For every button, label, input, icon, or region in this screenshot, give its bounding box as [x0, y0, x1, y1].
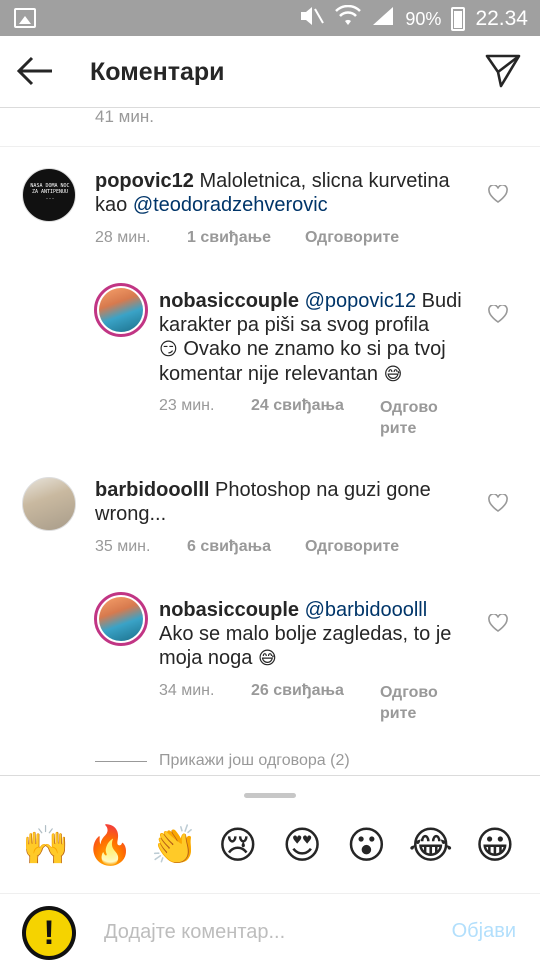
battery-icon: [451, 7, 466, 31]
comment-username[interactable]: nobasiccouple: [159, 599, 299, 621]
comment-text: nobasiccouple @popovic12 Budi karakter p…: [159, 289, 479, 387]
clapping-emoji-button[interactable]: 👏: [151, 822, 198, 868]
heart-icon[interactable]: [488, 614, 508, 632]
previous-comment-time: 41 мин.: [95, 109, 154, 126]
view-more-replies[interactable]: Прикажи још одговора (2): [95, 752, 350, 770]
tears-of-joy-emoji-button[interactable]: 😂: [408, 822, 454, 868]
comment-text: popovic12 Maloletnica, slicna kurvetina …: [95, 169, 485, 217]
reply-label: Одгово: [380, 684, 438, 701]
heart-icon[interactable]: [488, 305, 508, 323]
comment-body: wrong...: [95, 503, 167, 525]
clock: 22.34: [475, 7, 528, 30]
my-avatar: !: [22, 906, 76, 960]
comments-list[interactable]: 41 мин. NASA DOMA NOC ZA ANTIPENUU ... p…: [0, 109, 540, 775]
grinning-emoji-button[interactable]: 😀: [472, 822, 518, 868]
comment-body: Budi: [421, 290, 462, 312]
drag-handle[interactable]: [244, 793, 296, 798]
reply-button[interactable]: Одговорите: [305, 229, 399, 247]
raising-hands-emoji-button[interactable]: 🙌: [22, 822, 69, 868]
wifi-icon: [335, 4, 362, 33]
paper-plane-icon[interactable]: [484, 52, 522, 90]
likes-count[interactable]: 1 свиђање: [187, 229, 271, 247]
divider: [0, 146, 540, 147]
reply-label: рите: [380, 420, 417, 437]
avatar[interactable]: [22, 477, 76, 531]
crying-emoji-button[interactable]: 😢: [215, 822, 261, 868]
surprised-emoji-button[interactable]: 😮: [343, 822, 389, 868]
view-more-replies-label: Прикажи још одговора (2): [159, 752, 350, 769]
smirk-emoji: 😏: [159, 339, 178, 360]
arrow-left-icon[interactable]: [14, 52, 56, 90]
mention-link[interactable]: @popovic12: [305, 290, 416, 312]
fire-emoji-button[interactable]: 🔥: [86, 822, 133, 868]
top-app-bar: Коментари: [0, 36, 540, 108]
gallery-icon: [14, 8, 36, 28]
comment-text: barbidooolll Photoshop na guzi gone wron…: [95, 478, 485, 526]
post-button[interactable]: Објави: [452, 920, 516, 943]
avatar-text: NASA DOMA NOC ZA ANTIPENUU ...: [30, 183, 70, 201]
comment-time: 34 мин.: [159, 682, 215, 699]
comment-time: 35 мин.: [95, 538, 151, 555]
heart-icon[interactable]: [488, 494, 508, 512]
avatar[interactable]: NASA DOMA NOC ZA ANTIPENUU ...: [22, 168, 76, 222]
mention-link[interactable]: @teodoradzehverovic: [133, 194, 328, 216]
reply-button[interactable]: Одговорите: [305, 538, 399, 556]
reply-label: рите: [380, 705, 417, 722]
mute-icon: [299, 5, 325, 33]
comment-username[interactable]: nobasiccouple: [159, 290, 299, 312]
sweat-smile-emoji: 😅: [257, 648, 277, 669]
reply-button[interactable]: Одгово рите: [380, 682, 438, 724]
composer-row: ! Објави: [0, 893, 540, 960]
signal-icon: [371, 5, 395, 33]
avatar-glyph: !: [26, 910, 72, 956]
page-title: Коментари: [90, 58, 225, 86]
comment-body: Ako se malo bolje zagledas, to je: [159, 623, 452, 645]
heart-icon[interactable]: [488, 185, 508, 203]
comment-body: Photoshop na guzi gone: [215, 479, 431, 501]
avatar[interactable]: [94, 283, 148, 337]
sweat-smile-emoji: 😅: [383, 364, 403, 385]
comment-username[interactable]: popovic12: [95, 170, 194, 192]
comment-body: Ovako ne znamo ko si pa tvoj: [183, 338, 446, 360]
battery-percent: 90%: [405, 9, 442, 29]
comment-time: 28 мин.: [95, 229, 151, 246]
comment-body: moja noga: [159, 647, 253, 669]
likes-count[interactable]: 24 свиђања: [251, 397, 344, 415]
reply-label: Одгово: [380, 399, 438, 416]
comment-text: nobasiccouple @barbidooolll Ako se malo …: [159, 598, 489, 671]
comment-username[interactable]: barbidooolll: [95, 479, 209, 501]
reply-button[interactable]: Одгово рите: [380, 397, 438, 439]
status-bar: 90% 22.34: [0, 0, 540, 36]
comment-body: komentar nije relevantan: [159, 363, 379, 385]
likes-count[interactable]: 26 свиђања: [251, 682, 344, 700]
comment-body: karakter pa piši sa svog profila: [159, 314, 430, 336]
divider: [95, 760, 147, 762]
avatar[interactable]: [94, 592, 148, 646]
mention-link[interactable]: @barbidooolll: [305, 599, 428, 621]
comment-composer-sheet: 🙌 🔥 👏 😢 😍 😮 😂 😀 ! Објави: [0, 775, 540, 960]
comment-time: 23 мин.: [159, 397, 215, 414]
likes-count[interactable]: 6 свиђања: [187, 538, 271, 556]
heart-eyes-emoji-button[interactable]: 😍: [279, 822, 325, 868]
quick-emoji-bar: 🙌 🔥 👏 😢 😍 😮 😂 😀: [22, 822, 518, 868]
comment-input[interactable]: [104, 914, 424, 950]
